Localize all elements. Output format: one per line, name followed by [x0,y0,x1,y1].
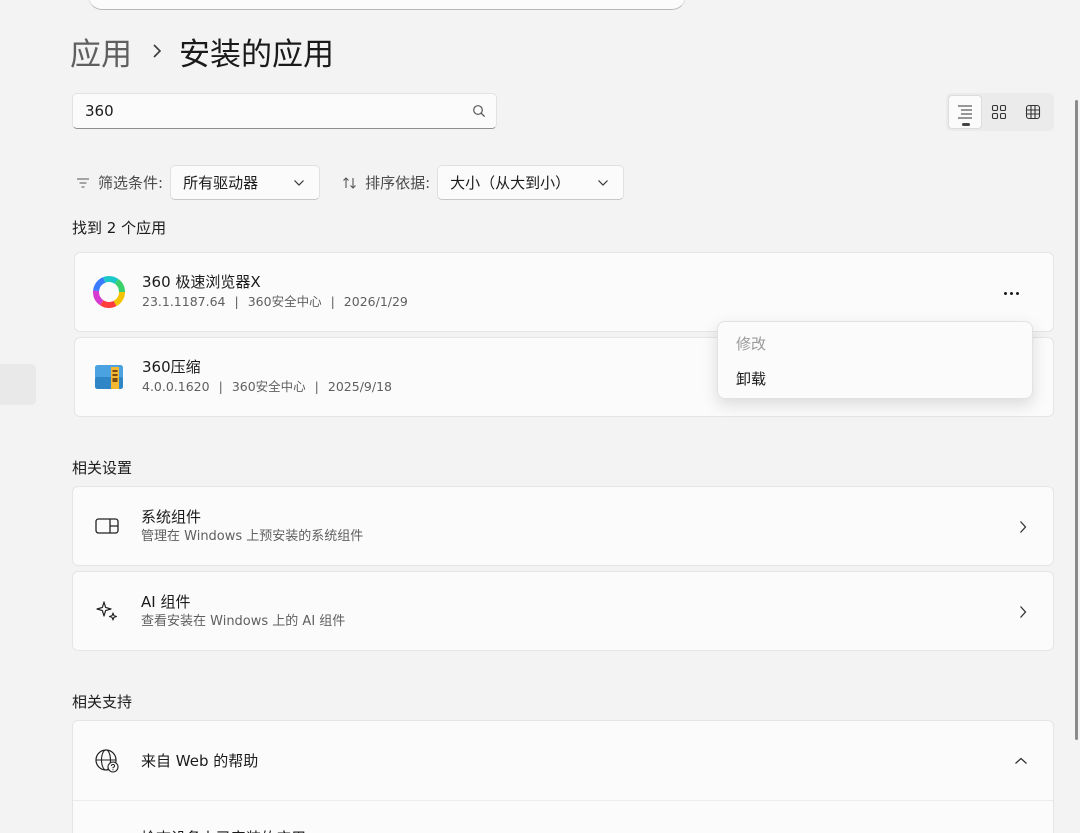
drive-filter-value: 所有驱动器 [183,174,259,192]
app-search-box [72,93,497,129]
view-mode-toggle [946,93,1054,131]
setting-description: 查看安装在 Windows 上的 AI 组件 [141,613,346,629]
app-info: 360压缩 4.0.0.1620 | 360安全中心 | 2025/9/18 [142,357,392,397]
chevron-right-icon [1013,602,1033,622]
app-search-input[interactable] [73,94,462,128]
meta-divider: | [218,379,223,394]
web-help-title: 来自 Web 的帮助 [141,751,259,770]
chevron-down-icon [598,179,609,186]
app-meta: 4.0.0.1620 | 360安全中心 | 2025/9/18 [142,377,392,397]
list-view-icon [958,105,972,119]
more-dot [1015,291,1019,295]
app-publisher: 360安全中心 [247,294,322,309]
sort-label-text: 排序依据: [365,174,431,192]
filter-icon [77,177,89,188]
sparkle-icon [93,597,121,625]
menu-item-modify: 修改 [736,335,767,353]
app-install-date: 2026/1/29 [343,294,408,309]
related-settings-heading: 相关设置 [72,459,133,477]
app-name: 360压缩 [142,358,201,376]
meta-divider: | [234,294,239,309]
chevron-up-icon[interactable] [1011,751,1031,771]
archive-icon [95,365,123,389]
app-publisher: 360安全中心 [231,379,306,394]
page-title: 安装的应用 [179,36,334,73]
drive-filter-dropdown[interactable]: 所有驱动器 [170,165,321,200]
sort-dropdown[interactable]: 大小（从大到小） [437,165,625,200]
web-help-expander: 来自 Web 的帮助 检查设备上已安装的应用 [72,720,1054,833]
app-context-menu: 修改 卸载 [717,321,1033,399]
grid-view-button[interactable] [982,95,1016,129]
installed-apps-page: 应用 安装的应用 360 筛选条件: 所有驱动器 排序依据: 大小（从大到小） … [0,0,1080,833]
breadcrumb-parent[interactable]: 应用 [70,29,132,74]
menu-item-uninstall[interactable]: 卸载 [718,361,1032,396]
app-install-date: 2025/9/18 [327,379,392,394]
browser-icon [93,276,125,308]
app-version: 4.0.0.1620 [142,379,210,394]
system-components-link[interactable]: 系统组件 管理在 Windows 上预安装的系统组件 [72,486,1054,566]
scrollbar[interactable] [1075,100,1078,740]
setting-title: AI 组件 [141,592,191,611]
meta-divider: | [330,294,335,309]
more-options-button[interactable] [995,279,1027,307]
tile-view-button[interactable] [1016,95,1050,129]
meta-divider: | [314,379,319,394]
breadcrumb: 应用 安装的应用 [70,28,334,74]
setting-description: 管理在 Windows 上预安装的系统组件 [141,528,364,544]
table-view-icon [1025,104,1041,120]
web-help-link[interactable]: 检查设备上已安装的应用 [73,801,1053,833]
related-support-heading: 相关支持 [72,693,133,711]
global-search-box[interactable] [88,0,686,10]
search-icon[interactable] [462,104,496,118]
chevron-right-icon [1013,517,1033,537]
setting-title: 系统组件 [141,507,202,526]
app-version: 23.1.1187.64 [142,294,226,309]
sort-icon [343,176,356,189]
filter-sort-row: 筛选条件: 所有驱动器 排序依据: 大小（从大到小） [76,165,625,200]
filter-label-text: 筛选条件: [98,174,164,192]
app-meta: 23.1.1187.64 | 360安全中心 | 2026/1/29 [142,292,408,312]
app-name: 360 极速浏览器X [142,273,261,291]
app-info: 360 极速浏览器X 23.1.1187.64 | 360安全中心 | 2026… [142,272,408,312]
chevron-down-icon [294,179,304,186]
setting-text: 系统组件 管理在 Windows 上预安装的系统组件 [141,507,363,546]
list-view-button[interactable] [948,95,982,129]
ai-components-link[interactable]: AI 组件 查看安装在 Windows 上的 AI 组件 [72,571,1054,651]
results-count: 找到 2 个应用 [72,219,167,237]
grid-view-icon [991,104,1007,120]
more-dot [1009,291,1013,295]
nav-item-selected[interactable] [0,364,36,405]
globe-help-icon [93,747,121,775]
breadcrumb-chevron-icon [152,44,162,58]
component-icon [93,512,121,540]
filter-label: 筛选条件: [76,172,163,193]
more-dot [1003,291,1007,295]
sort-label: 排序依据: [342,172,430,193]
app-list-item[interactable]: 360 极速浏览器X 23.1.1187.64 | 360安全中心 | 2026… [74,252,1054,332]
setting-text: AI 组件 查看安装在 Windows 上的 AI 组件 [141,592,345,631]
sort-value: 大小（从大到小） [450,174,571,192]
web-help-header[interactable]: 来自 Web 的帮助 [73,721,1053,801]
